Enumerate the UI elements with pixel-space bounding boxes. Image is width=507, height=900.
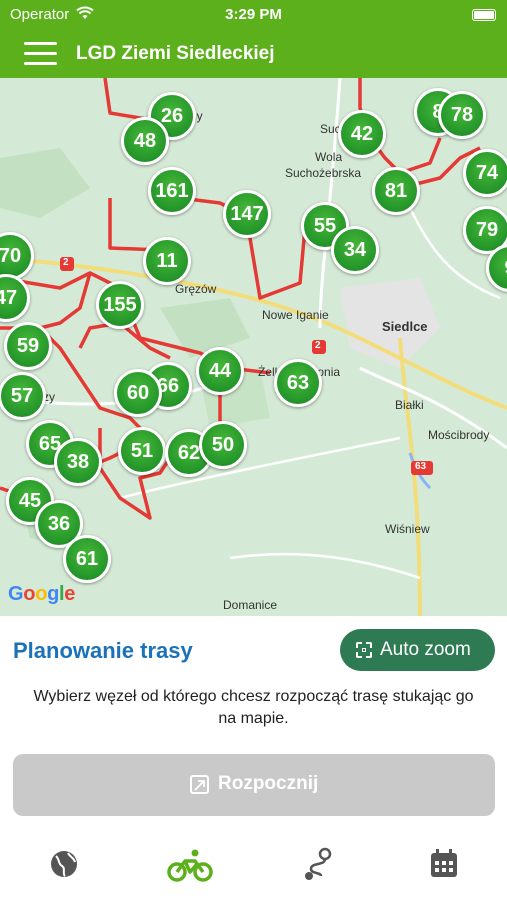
route-node[interactable]: 161: [148, 167, 196, 215]
tab-bar: [0, 836, 507, 900]
place-label: Wiśniew: [385, 522, 430, 536]
hamburger-menu-button[interactable]: [24, 39, 58, 67]
place-label: Nowe Iganie: [262, 308, 329, 322]
navigate-icon: [190, 775, 209, 794]
route-node[interactable]: 147: [223, 190, 271, 238]
place-label-city: Siedlce: [382, 319, 428, 334]
route-node[interactable]: 155: [96, 281, 144, 329]
road-badge: 2: [63, 257, 69, 268]
route-node[interactable]: 60: [114, 369, 162, 417]
place-label: Suchożebrska: [285, 166, 362, 180]
app-title: LGD Ziemi Siedleckiej: [76, 43, 275, 64]
route-node[interactable]: 61: [63, 535, 111, 583]
route-node[interactable]: 50: [199, 421, 247, 469]
route-node[interactable]: 42: [338, 110, 386, 158]
place-label: Gręzów: [175, 282, 217, 296]
route-node[interactable]: 59: [4, 322, 52, 370]
clock-label: 3:29 PM: [225, 6, 282, 23]
route-node[interactable]: 11: [143, 237, 191, 285]
battery-icon: [472, 9, 496, 21]
route-node[interactable]: 51: [118, 427, 166, 475]
auto-zoom-label: Auto zoom: [380, 639, 471, 660]
place-label: Mościbrody: [428, 428, 490, 442]
road-badge: 63: [415, 461, 427, 472]
route-node[interactable]: 48: [121, 117, 169, 165]
place-label: Wola: [315, 150, 343, 164]
route-icon: [305, 847, 332, 880]
place-label: Domanice: [223, 598, 278, 612]
instruction-text: Wybierz węzeł od którego chcesz rozpoczą…: [33, 688, 474, 727]
tab-map[interactable]: [34, 844, 94, 892]
route-node[interactable]: 63: [274, 359, 322, 407]
route-node[interactable]: 74: [463, 149, 507, 197]
bicycle-icon: [167, 849, 213, 882]
tab-calendar[interactable]: [414, 844, 474, 892]
auto-zoom-button[interactable]: Auto zoom: [340, 629, 495, 671]
route-node[interactable]: 38: [54, 438, 102, 486]
status-bar: Operator 3:29 PM: [0, 0, 507, 30]
app-header: LGD Ziemi Siedleckiej: [0, 30, 507, 78]
google-logo: Google: [8, 583, 76, 605]
route-node[interactable]: 34: [331, 226, 379, 274]
route-node[interactable]: 44: [196, 347, 244, 395]
panel-title: Planowanie trasy: [13, 638, 193, 663]
start-route-label: Rozpocznij: [218, 773, 319, 794]
route-node[interactable]: 78: [438, 91, 486, 139]
road-badge: 2: [315, 340, 321, 351]
focus-icon: [356, 642, 372, 658]
tab-bike[interactable]: [160, 844, 220, 892]
start-route-button[interactable]: Rozpocznij: [13, 754, 495, 816]
route-node[interactable]: 81: [372, 167, 420, 215]
map-view[interactable]: 2 2 63 ny Suchożebry Wola Suchożebrska G…: [0, 78, 507, 616]
place-label: Białki: [395, 398, 424, 412]
globe-icon: [51, 851, 77, 877]
route-planning-panel: Planowanie trasy Auto zoom Wybierz węzeł…: [0, 616, 507, 836]
route-node[interactable]: 57: [0, 372, 46, 420]
tab-route[interactable]: [287, 844, 347, 892]
calendar-icon: [431, 849, 457, 877]
